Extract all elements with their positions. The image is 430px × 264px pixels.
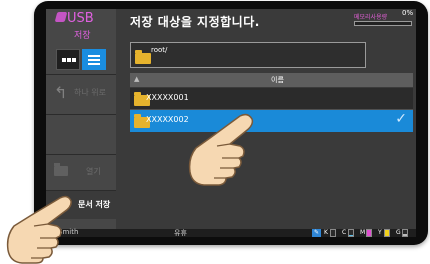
toner-label-c: C (342, 229, 347, 236)
list-view-icon-line (88, 59, 100, 61)
up-one-level-label: 하나 위로 (74, 88, 106, 97)
toner-bar-c (348, 229, 354, 237)
list-view-icon-line (88, 63, 100, 65)
memory-usage-percent: 0% (402, 9, 414, 17)
usb-icon (54, 12, 68, 22)
toner-fill (403, 233, 407, 236)
sort-arrow-icon: ▲ (134, 75, 140, 83)
toner-bar-m (366, 229, 372, 237)
pointing-hand-icon (188, 113, 254, 186)
up-one-level-button[interactable]: ↰ 하나 위로 (46, 75, 116, 113)
usb-brand: USB 저장 (54, 11, 114, 41)
list-header[interactable]: ▲ 이름 (130, 73, 413, 87)
toner-fill (331, 233, 335, 236)
thumbnail-view-button[interactable] (56, 49, 80, 70)
memory-usage-label: 메모리사용량 (354, 14, 388, 21)
grid-view-icon-cell (72, 58, 76, 62)
toner-fill (385, 230, 389, 236)
folder-icon (135, 50, 151, 64)
toner-label-g: G (396, 229, 401, 236)
open-button[interactable]: 열기 (46, 155, 116, 189)
toner-levels: ✎ K C M Y G (312, 229, 416, 237)
checkmark-icon: ✓ (395, 111, 407, 127)
toner-bar-k (330, 229, 336, 237)
toner-info-icon[interactable]: ✎ (312, 229, 321, 237)
file-name: XXXXX001 (146, 93, 189, 102)
status-bar: Smith 유휴 ✎ K C M Y G (46, 228, 416, 237)
column-name-header: 이름 (271, 76, 284, 84)
toner-fill (367, 230, 371, 236)
open-label: 열기 (86, 167, 101, 176)
machine-status: 유휴 (174, 229, 187, 237)
list-view-button[interactable] (82, 49, 106, 70)
toner-label-m: M (360, 229, 366, 236)
path-field: root/ (130, 42, 366, 68)
divider (46, 114, 116, 115)
brand-title: USB (67, 11, 94, 26)
grid-view-icon-cell (67, 58, 71, 62)
toner-label-y: Y (378, 229, 382, 236)
toner-label-k: K (324, 229, 328, 236)
toner-bar-y (384, 229, 390, 237)
toner-bar-g (402, 229, 408, 237)
list-view-icon (88, 55, 100, 57)
save-document-label: 문서 저장 (78, 200, 111, 209)
toner-fill (349, 235, 353, 236)
grid-view-icon (62, 58, 66, 62)
page-title: 저장 대상을 지정합니다. (130, 15, 260, 29)
up-arrow-icon: ↰ (54, 83, 68, 102)
memory-usage-bar (354, 21, 412, 26)
view-toggle (56, 49, 106, 70)
folder-open-icon (54, 163, 68, 176)
brand-subtitle: 저장 (74, 31, 91, 41)
path-text: root/ (151, 46, 168, 54)
pointing-hand-icon (6, 195, 72, 264)
